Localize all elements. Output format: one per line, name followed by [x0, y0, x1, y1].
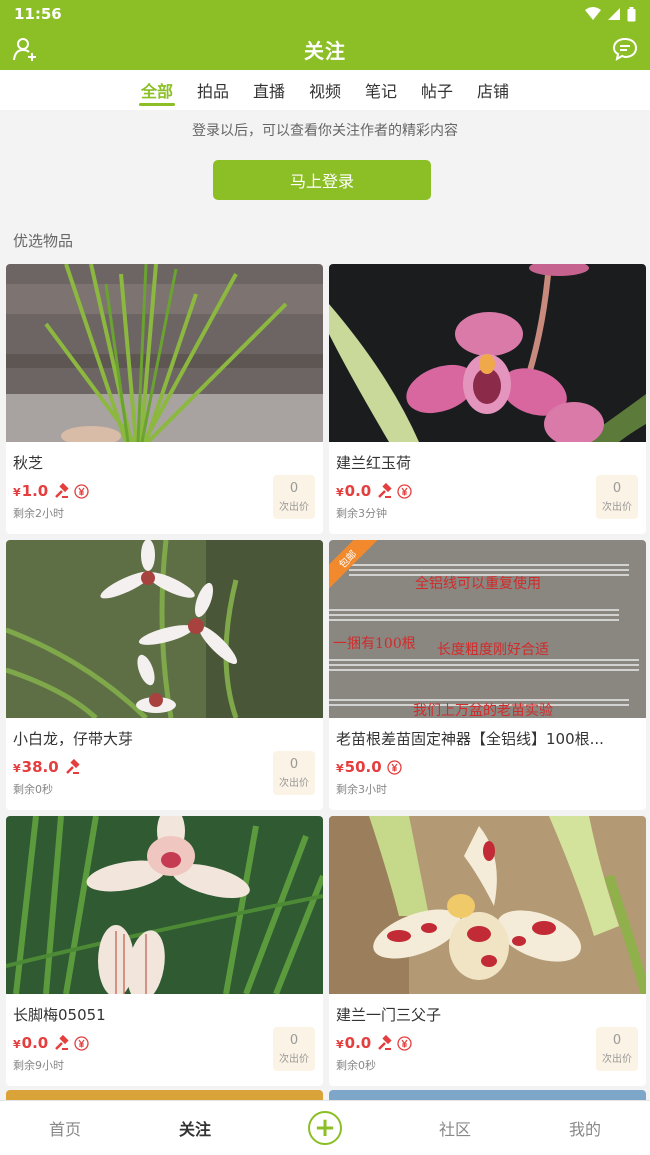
tab-live[interactable]: 直播: [241, 70, 297, 110]
message-button[interactable]: [612, 36, 638, 62]
yen-circle-icon: [74, 483, 89, 499]
product-image: [6, 816, 323, 994]
product-price: ¥0.0: [336, 1034, 372, 1052]
remaining-time: 剩余0秒: [13, 783, 53, 796]
bid-count-box: 0 次出价: [596, 1027, 638, 1071]
image-caption: 一捆有100根: [333, 636, 416, 652]
signal-icon: [608, 8, 620, 20]
auction-hammer-icon: [53, 483, 69, 499]
product-price: ¥0.0: [336, 482, 372, 500]
free-shipping-tag: 包邮: [329, 540, 393, 604]
auction-hammer-icon: [53, 1035, 69, 1051]
tab-notes[interactable]: 笔记: [353, 70, 409, 110]
tab-video[interactable]: 视频: [297, 70, 353, 110]
product-price: ¥0.0: [13, 1034, 49, 1052]
product-card[interactable]: 小白龙，仔带大芽 ¥38.0 剩余0秒 0 次出价: [6, 540, 323, 810]
remaining-time: 剩余3分钟: [336, 507, 387, 520]
product-title: 建兰一门三父子: [336, 1006, 442, 1024]
battery-icon: [627, 6, 636, 21]
yen-circle-icon: [74, 1035, 89, 1051]
product-card[interactable]: 秋芝 ¥1.0 剩余2小时 0 次出价: [6, 264, 323, 534]
remaining-time: 剩余9小时: [13, 1059, 64, 1072]
image-caption: 我们上万盆的老苗实验: [413, 703, 553, 718]
nav-mine[interactable]: 我的: [520, 1116, 650, 1140]
status-icons: [585, 6, 636, 22]
auction-hammer-icon: [376, 483, 392, 499]
product-grid: 秋芝 ¥1.0 剩余2小时 0 次出价 建兰红玉荷 ¥0.0 剩余3分钟 0 次…: [6, 264, 646, 1086]
wifi-icon: [585, 7, 601, 20]
status-time: 11:56: [14, 5, 62, 23]
product-title: 长脚梅05051: [13, 1006, 106, 1024]
plus-icon: +: [308, 1111, 342, 1145]
product-image: [6, 540, 323, 718]
tab-posts[interactable]: 帖子: [409, 70, 465, 110]
section-title: 优选物品: [13, 232, 74, 250]
tab-all[interactable]: 全部: [129, 70, 185, 110]
login-hint-text: 登录以后，可以查看你关注作者的精彩内容: [192, 123, 458, 139]
image-caption: 长度粗度刚好合适: [437, 642, 549, 658]
status-bar: 11:56: [0, 0, 650, 28]
product-card[interactable]: 全铝线可以重复使用 一捆有100根 长度粗度刚好合适 我们上万盆的老苗实验 包邮…: [329, 540, 646, 810]
login-button[interactable]: 马上登录: [213, 160, 431, 200]
bid-count-box: 0 次出价: [273, 475, 315, 519]
next-row-peek: [6, 1090, 646, 1100]
bid-count-box: 0 次出价: [273, 1027, 315, 1071]
auction-hammer-icon: [64, 759, 80, 775]
product-title: 秋芝: [13, 454, 44, 472]
product-image: 全铝线可以重复使用 一捆有100根 长度粗度刚好合适 我们上万盆的老苗实验 包邮: [329, 540, 646, 718]
product-title: 老苗根差苗固定神器【全铝线】100根...: [336, 730, 604, 748]
add-friend-button[interactable]: [12, 36, 38, 62]
product-image: [6, 264, 323, 442]
image-caption: 全铝线可以重复使用: [415, 575, 541, 592]
product-card[interactable]: 建兰一门三父子 ¥0.0 剩余0秒 0 次出价: [329, 816, 646, 1086]
nav-follow[interactable]: 关注: [130, 1116, 260, 1140]
add-user-icon: [13, 38, 36, 61]
bid-count-box: 0 次出价: [596, 475, 638, 519]
product-image-peek: [329, 1090, 646, 1100]
chat-icon: [612, 37, 638, 62]
nav-publish[interactable]: +: [260, 1111, 390, 1145]
category-tabs: 全部 拍品 直播 视频 笔记 帖子 店铺: [0, 70, 650, 110]
tab-auction-items[interactable]: 拍品: [185, 70, 241, 110]
page-title: 关注: [304, 38, 346, 63]
remaining-time: 剩余3小时: [336, 783, 387, 796]
tab-shops[interactable]: 店铺: [465, 70, 521, 110]
product-title: 小白龙，仔带大芽: [13, 730, 134, 748]
auction-hammer-icon: [376, 1035, 392, 1051]
remaining-time: 剩余0秒: [336, 1059, 376, 1072]
product-title: 建兰红玉荷: [336, 454, 412, 472]
product-card[interactable]: 长脚梅05051 ¥0.0 剩余9小时 0 次出价: [6, 816, 323, 1086]
product-image: [329, 264, 646, 442]
app-header: 关注: [0, 28, 650, 70]
bottom-nav: 首页 关注 + 社区 我的: [0, 1100, 650, 1155]
login-prompt: 登录以后，可以查看你关注作者的精彩内容 马上登录: [0, 120, 650, 200]
product-price: ¥38.0: [13, 758, 59, 776]
nav-community[interactable]: 社区: [390, 1116, 520, 1140]
product-price: ¥50.0: [336, 758, 382, 776]
product-image: [329, 816, 646, 994]
product-image-peek: [6, 1090, 323, 1100]
yen-circle-icon: [397, 1035, 412, 1051]
yen-circle-icon: [397, 483, 412, 499]
nav-home[interactable]: 首页: [0, 1116, 130, 1140]
remaining-time: 剩余2小时: [13, 507, 64, 520]
product-card[interactable]: 建兰红玉荷 ¥0.0 剩余3分钟 0 次出价: [329, 264, 646, 534]
yen-circle-icon: [387, 759, 402, 775]
bid-count-box: 0 次出价: [273, 751, 315, 795]
product-price: ¥1.0: [13, 482, 49, 500]
